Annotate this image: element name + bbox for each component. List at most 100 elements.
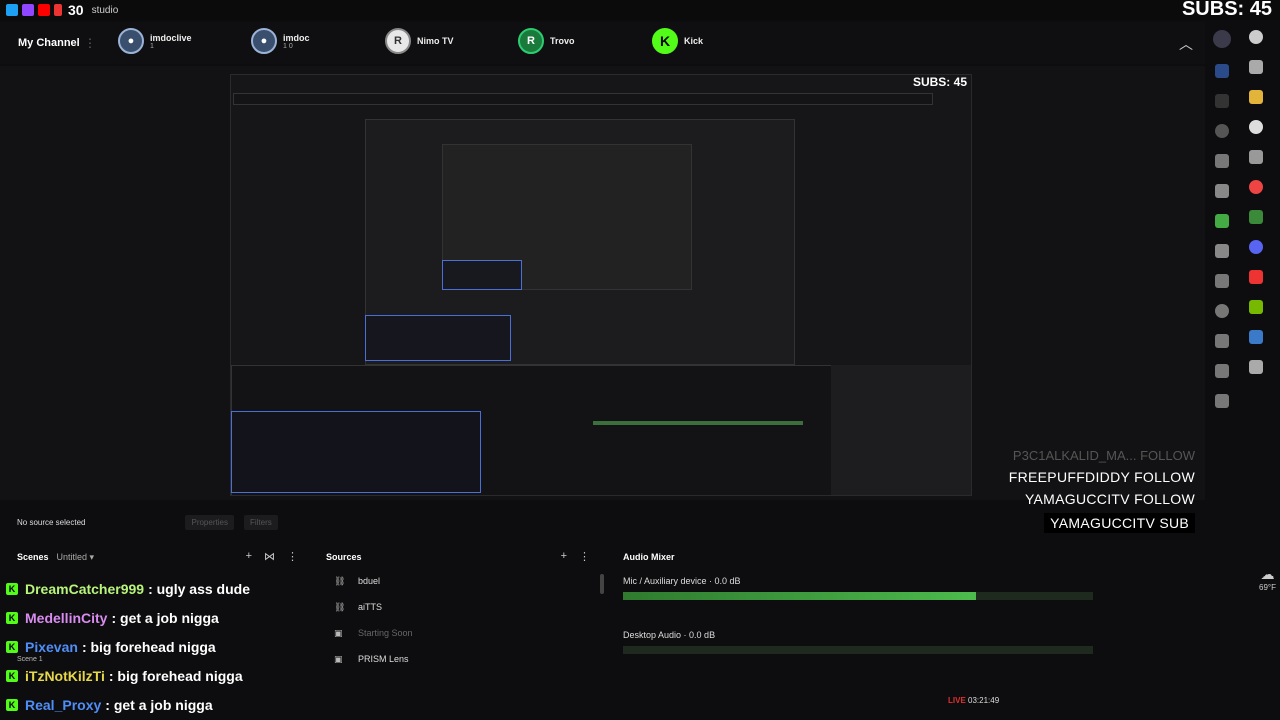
chat-message: K DreamCatcher999 : ugly ass dude xyxy=(0,574,320,603)
nested-chat-box xyxy=(365,315,511,361)
kick-icon: K xyxy=(6,669,18,682)
nested-channel-bar xyxy=(233,93,933,105)
lock-icon[interactable] xyxy=(1215,394,1229,408)
more-icon[interactable]: ⋮ xyxy=(287,550,298,563)
store-icon[interactable] xyxy=(1249,210,1263,224)
sources-panel: Sources + ⋮ ⛓ bduel ⛓ aiTTS ▣ Starting S… xyxy=(318,546,608,720)
cloud-icon: ☁ xyxy=(1260,566,1275,582)
copy-icon[interactable] xyxy=(1215,244,1229,258)
channel-nimo[interactable]: R Nimo TV xyxy=(385,28,454,54)
source-item-starting-soon[interactable]: ▣ Starting Soon xyxy=(318,620,608,646)
preview-area: SUBS: 45 P3C1ALKALID_MA... FOLLOW FREEPU… xyxy=(0,66,1205,533)
source-bar: No source selected Properties Filters xyxy=(0,510,1205,534)
camera-icon[interactable] xyxy=(1215,184,1229,198)
app-icon xyxy=(6,4,18,16)
more-icon[interactable]: ⋮ xyxy=(84,36,96,50)
adobe-icon[interactable] xyxy=(1249,270,1263,284)
dock-column-right xyxy=(1249,22,1263,382)
nested-chat-box xyxy=(231,411,481,493)
bell-icon[interactable] xyxy=(1215,154,1229,168)
scene-collection-dropdown[interactable]: Untitled ▾ xyxy=(57,552,95,563)
meter-fill xyxy=(623,592,976,600)
weather-temp: 69°F xyxy=(1259,583,1276,592)
dock-column-left xyxy=(1213,22,1231,416)
chat-message: K MedellinCity : get a job nigga xyxy=(0,603,320,632)
channel-name: Kick xyxy=(684,36,704,46)
link-icon: ⛓ xyxy=(334,602,346,612)
chat-user: MedellinCity xyxy=(25,609,108,626)
chat-user: Real_Proxy xyxy=(25,696,102,713)
heart-icon[interactable] xyxy=(1215,304,1229,318)
channel-kick[interactable]: K Kick xyxy=(652,28,703,54)
collapse-icon[interactable]: ︿ xyxy=(1179,34,1193,54)
channel-stats: 1 xyxy=(150,42,154,50)
stream-preview[interactable]: SUBS: 45 xyxy=(230,74,972,496)
filter-icon[interactable]: ⋈ xyxy=(264,550,275,563)
avatar: ● xyxy=(251,28,277,54)
viewer-count: 30 xyxy=(68,2,84,18)
title-bar: 30 studio xyxy=(0,0,1280,20)
source-label: aiTTS xyxy=(358,602,383,612)
discord-icon[interactable] xyxy=(1249,240,1263,254)
avatar: ● xyxy=(118,28,144,54)
monitor-icon[interactable] xyxy=(1249,150,1263,164)
source-item-bduel[interactable]: ⛓ bduel xyxy=(318,568,608,594)
add-icon[interactable]: + xyxy=(246,550,252,563)
no-source-label: No source selected xyxy=(17,517,86,527)
pen-icon[interactable] xyxy=(1215,274,1229,288)
chat-text: : big forehead nigga xyxy=(108,667,243,684)
layout-icon[interactable] xyxy=(1215,64,1229,78)
chat-overlay: K DreamCatcher999 : ugly ass dude K Mede… xyxy=(0,574,320,719)
scene-icon: ▣ xyxy=(334,628,343,638)
source-label: PRISM Lens xyxy=(358,654,409,664)
scrollbar[interactable] xyxy=(600,574,604,594)
channel-trovo[interactable]: R Trovo xyxy=(518,28,575,54)
properties-button[interactable]: Properties xyxy=(185,514,234,530)
channel-imdoc[interactable]: ● imdoc 1 0 xyxy=(251,28,310,54)
layout-grid-icon[interactable] xyxy=(1249,60,1263,74)
volume-meter[interactable] xyxy=(623,592,1093,600)
more-icon[interactable]: ⋮ xyxy=(579,550,590,563)
mixer-track-desktop: Desktop Audio · 0.0 dB xyxy=(615,630,1115,654)
kick-icon: K xyxy=(6,698,18,711)
alert-line: FREEPUFFDIDDY FOLLOW xyxy=(1008,469,1195,485)
track-label: Desktop Audio · 0.0 dB xyxy=(623,630,716,640)
app-icon[interactable] xyxy=(1249,330,1263,344)
weather-widget[interactable]: ☁ 69°F xyxy=(1259,566,1276,592)
nested-chat-box xyxy=(442,260,522,290)
subs-counter-inner: SUBS: 45 xyxy=(912,75,967,89)
nested-webcam xyxy=(831,365,971,495)
source-item-prism-lens[interactable]: ▣ PRISM Lens xyxy=(318,646,608,672)
source-item-aitts[interactable]: ⛓ aiTTS xyxy=(318,594,608,620)
audio-mixer-panel: Audio Mixer Mic / Auxiliary device · 0.0… xyxy=(615,546,1115,720)
chat-text: : ugly ass dude xyxy=(148,580,250,597)
my-channel-label[interactable]: My Channel xyxy=(18,37,84,49)
refresh-icon[interactable] xyxy=(1215,94,1229,108)
filters-button[interactable]: Filters xyxy=(243,514,278,530)
chat-message: K Real_Proxy : get a job nigga xyxy=(0,690,320,719)
nested-meter xyxy=(593,421,803,425)
folder-icon[interactable] xyxy=(1249,90,1263,104)
channel-name: Trovo xyxy=(550,36,575,46)
source-label: bduel xyxy=(358,576,381,586)
brush-icon[interactable] xyxy=(1215,334,1229,348)
chat-icon[interactable] xyxy=(1215,124,1229,138)
app-title: studio xyxy=(91,4,119,16)
chrome-icon[interactable] xyxy=(1249,180,1263,194)
volume-meter[interactable] xyxy=(623,646,1093,654)
users-icon[interactable] xyxy=(1215,214,1229,228)
gear-icon[interactable] xyxy=(1249,120,1263,134)
channel-name: Nimo TV xyxy=(417,36,454,46)
youtube-icon xyxy=(38,4,50,16)
network-icon[interactable] xyxy=(1249,360,1263,374)
sources-title: Sources xyxy=(326,552,362,562)
chat-text: : get a job nigga xyxy=(105,696,213,713)
music-icon[interactable] xyxy=(1215,364,1229,378)
channel-imdoclive[interactable]: ● imdoclive 1 xyxy=(118,28,192,54)
add-icon[interactable]: + xyxy=(561,550,567,563)
profile-icon[interactable] xyxy=(1213,30,1231,48)
nvidia-icon[interactable] xyxy=(1249,300,1263,314)
trovo-icon: R xyxy=(518,28,544,54)
search-icon[interactable] xyxy=(1249,30,1263,44)
notification-icon xyxy=(54,4,62,16)
